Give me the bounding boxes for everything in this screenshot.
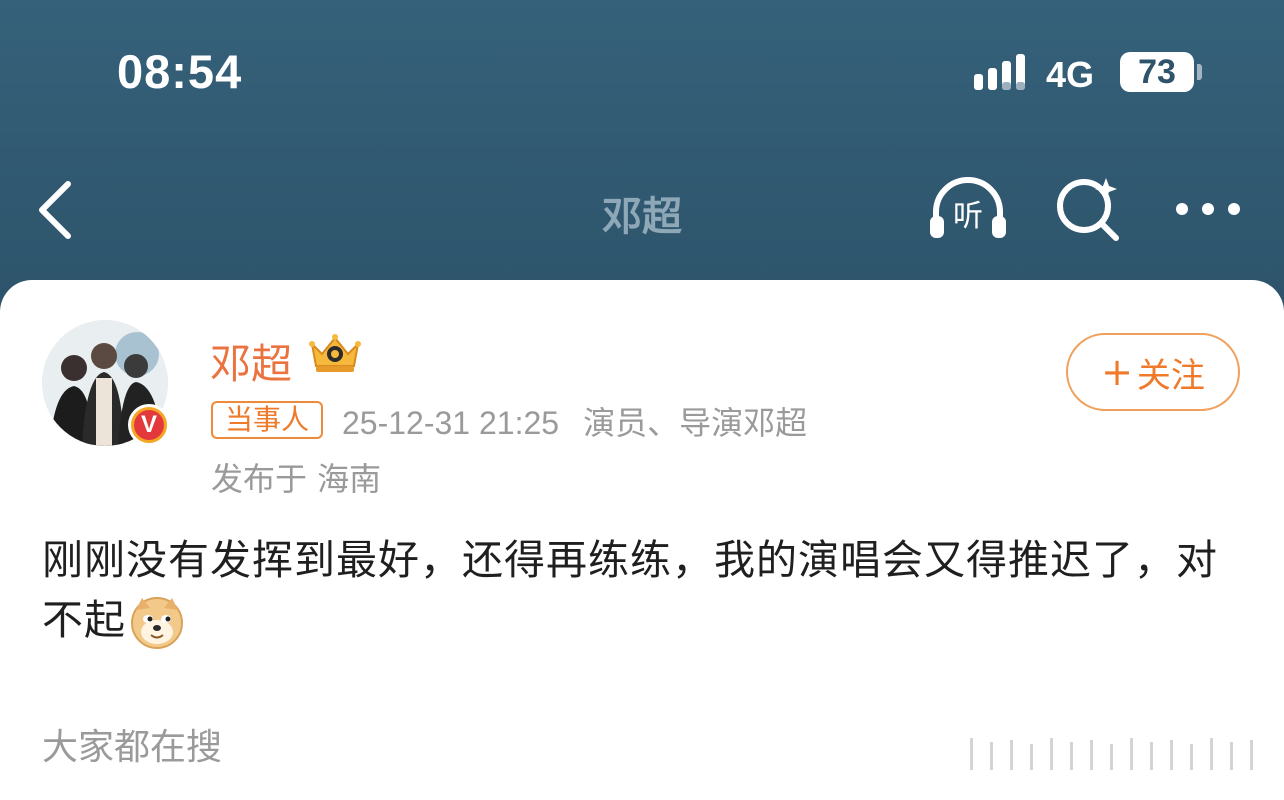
listen-button[interactable]: 听 [926,176,1010,242]
battery-level: 73 [1120,52,1194,92]
signal-icon [974,54,1025,90]
follow-label: 关注 [1136,355,1205,396]
verified-badge-icon: V [128,404,170,446]
participant-tag: 当事人 [211,401,323,439]
plus-icon: + [1101,350,1133,394]
crown-badge-icon[interactable] [306,330,364,376]
battery-tip [1197,64,1202,80]
faded-divider-icon [970,738,1253,770]
search-icon[interactable] [1054,174,1122,242]
trending-label: 大家都在搜 [42,727,223,768]
status-time: 08:54 [117,45,243,98]
post-location: 发布于 海南 [211,460,382,498]
doge-emoji-icon [131,597,183,649]
listen-label: 听 [953,199,983,234]
more-icon[interactable] [1172,196,1244,222]
post-meta: 25-12-31 21:25 演员、导演邓超 [342,398,807,444]
follow-button[interactable]: + 关注 [1066,333,1240,411]
network-type: 4G [1046,54,1095,95]
verification-text: 演员、导演邓超 [583,404,808,442]
headphones-icon: 听 [930,177,1006,238]
post-time: 25-12-31 21:25 [342,405,560,441]
username[interactable]: 邓超 [210,330,292,390]
post-text: 刚刚没有发挥到最好，还得再练练，我的演唱会又得推迟了，对不起 [42,536,1218,644]
post-content: 刚刚没有发挥到最好，还得再练练，我的演唱会又得推迟了，对不起 [42,530,1242,650]
